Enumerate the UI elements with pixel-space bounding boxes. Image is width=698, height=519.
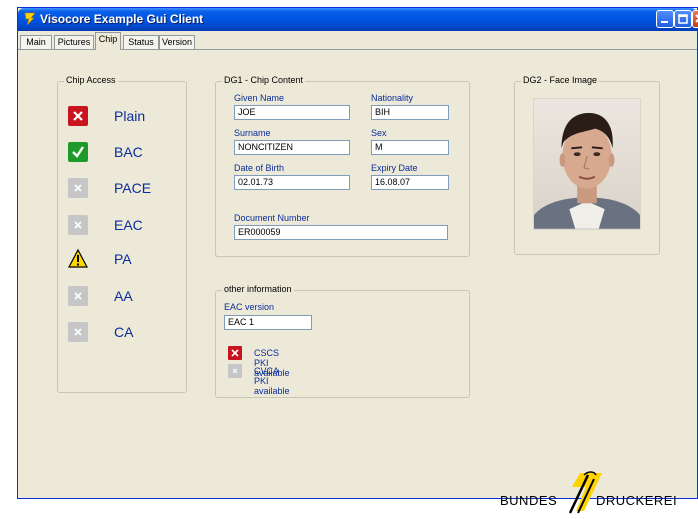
tab-strip: Main Pictures Chip Status Version	[18, 32, 697, 50]
tab-chip[interactable]: Chip	[95, 32, 121, 50]
minimize-button[interactable]	[656, 10, 674, 28]
surname-field[interactable]: NONCITIZEN	[234, 140, 350, 155]
check-icon	[68, 142, 88, 162]
warning-icon	[68, 249, 88, 268]
access-label: EAC	[114, 217, 143, 233]
disabled-x-icon	[68, 322, 88, 342]
maximize-icon	[678, 14, 688, 24]
dob-field[interactable]: 02.01.73	[234, 175, 350, 190]
access-label: BAC	[114, 144, 143, 160]
expiry-field[interactable]: 16.08.07	[371, 175, 449, 190]
chip-tab-panel: Chip Access Plain BAC PACE EAC PA AA CA …	[18, 49, 697, 514]
app-icon	[24, 12, 36, 26]
other-information-group: other information EAC version EAC 1 CSCS…	[215, 284, 470, 398]
surname-label: Surname	[234, 128, 271, 138]
close-button[interactable]	[692, 10, 698, 28]
title-bar[interactable]: Visocore Example Gui Client	[18, 8, 698, 31]
dg2-face-image-group: DG2 - Face Image	[514, 75, 660, 255]
app-window: Visocore Example Gui Client Main Picture…	[17, 7, 698, 514]
tab-main[interactable]: Main	[20, 35, 52, 50]
logo-text-druckerei: DRUCKEREI	[596, 493, 678, 508]
given-name-field[interactable]: JOE	[234, 105, 350, 120]
maximize-button[interactable]	[674, 10, 692, 28]
document-number-label: Document Number	[234, 213, 310, 223]
group-title: Chip Access	[64, 75, 118, 85]
disabled-x-icon	[228, 364, 242, 378]
sex-label: Sex	[371, 128, 387, 138]
access-label: PACE	[114, 180, 152, 196]
disabled-x-icon	[68, 286, 88, 306]
tab-pictures[interactable]: Pictures	[54, 35, 94, 50]
logo-text-bundes: BUNDES	[500, 493, 558, 508]
bundesdruckerei-logo: BUNDES DRUCKEREI	[500, 471, 677, 519]
chip-access-group: Chip Access Plain BAC PACE EAC PA AA CA	[57, 75, 187, 393]
access-label: CA	[114, 324, 134, 340]
group-title: other information	[222, 284, 294, 294]
fail-icon	[228, 346, 242, 360]
group-title: DG2 - Face Image	[521, 75, 600, 85]
face-image	[533, 98, 641, 230]
access-label: AA	[114, 288, 133, 304]
minimize-icon	[661, 21, 668, 23]
eac-version-field[interactable]: EAC 1	[224, 315, 312, 330]
tab-version[interactable]: Version	[159, 35, 195, 50]
access-label: Plain	[114, 108, 146, 124]
nationality-field[interactable]: BIH	[371, 105, 449, 120]
dg1-chip-content-group: DG1 - Chip Content Given Name JOE Nation…	[215, 75, 470, 257]
fail-icon	[68, 106, 88, 126]
eac-version-label: EAC version	[224, 302, 275, 312]
nationality-label: Nationality	[371, 93, 414, 103]
close-icon	[695, 14, 698, 23]
disabled-x-icon	[68, 215, 88, 235]
dob-label: Date of Birth	[234, 163, 285, 173]
group-title: DG1 - Chip Content	[222, 75, 306, 85]
access-label: PA	[114, 251, 132, 267]
tab-status[interactable]: Status	[123, 35, 159, 50]
window-title: Visocore Example Gui Client	[40, 12, 204, 26]
document-number-field[interactable]: ER000059	[234, 225, 448, 240]
expiry-label: Expiry Date	[371, 163, 418, 173]
sex-field[interactable]: M	[371, 140, 449, 155]
given-name-label: Given Name	[234, 93, 285, 103]
disabled-x-icon	[68, 178, 88, 198]
pki-label: CVCA PKI available	[254, 366, 290, 396]
